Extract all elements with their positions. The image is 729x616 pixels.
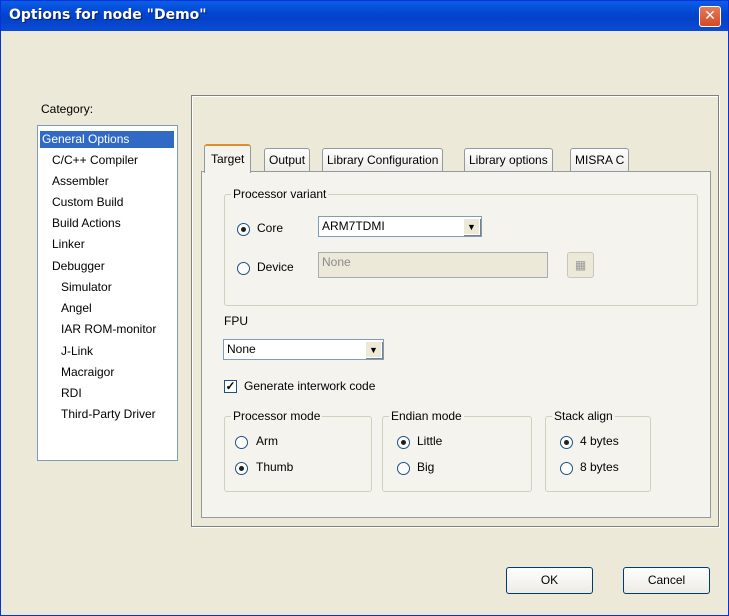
tab-library-options[interactable]: Library options bbox=[464, 148, 553, 172]
core-select[interactable]: ARM7TDMI ▼ bbox=[318, 216, 482, 237]
processor-mode-thumb-radio[interactable] bbox=[235, 462, 248, 475]
category-item-j-link[interactable]: J-Link bbox=[59, 343, 97, 360]
device-label: Device bbox=[257, 260, 294, 274]
processor-mode-arm-radio[interactable] bbox=[235, 436, 248, 449]
stack-align-title: Stack align bbox=[552, 409, 615, 423]
category-list[interactable]: General Options C/C++ Compiler Assembler… bbox=[37, 125, 178, 461]
endian-big-radio[interactable] bbox=[397, 462, 410, 475]
category-item-assembler[interactable]: Assembler bbox=[50, 173, 113, 190]
processor-mode-arm-label: Arm bbox=[256, 434, 278, 448]
stack-align-4-radio[interactable] bbox=[560, 436, 573, 449]
device-field: None bbox=[318, 252, 548, 278]
fpu-select[interactable]: None ▼ bbox=[223, 339, 384, 360]
core-select-value: ARM7TDMI bbox=[322, 219, 385, 233]
device-field-value: None bbox=[322, 255, 351, 269]
interwork-label: Generate interwork code bbox=[244, 379, 376, 393]
ok-button[interactable]: OK bbox=[506, 567, 593, 594]
close-icon: ✕ bbox=[704, 8, 716, 24]
fpu-select-value: None bbox=[227, 342, 256, 356]
stack-align-8-radio[interactable] bbox=[560, 462, 573, 475]
endian-big-label: Big bbox=[417, 460, 435, 474]
interwork-checkbox[interactable]: ✓ bbox=[224, 380, 237, 393]
category-item-third-party-driver[interactable]: Third-Party Driver bbox=[59, 406, 160, 423]
options-dialog: Options for node "Demo" ✕ Category: Gene… bbox=[0, 0, 729, 616]
category-item-iar-rom-monitor[interactable]: IAR ROM-monitor bbox=[59, 321, 160, 338]
processor-variant-title: Processor variant bbox=[231, 187, 329, 201]
chevron-down-icon[interactable]: ▼ bbox=[365, 341, 382, 358]
stack-align-8-label: 8 bytes bbox=[580, 460, 619, 474]
device-list-icon: ▦ bbox=[574, 258, 587, 272]
target-tab-page: Processor variant Core ARM7TDMI ▼ Device… bbox=[201, 171, 711, 518]
core-radio[interactable] bbox=[237, 223, 250, 236]
title-bar[interactable]: Options for node "Demo" ✕ bbox=[1, 1, 728, 31]
endian-mode-group: Endian mode bbox=[382, 409, 532, 492]
category-label: Category: bbox=[41, 102, 94, 116]
processor-variant-group: Processor variant bbox=[224, 187, 698, 306]
category-item-general-options[interactable]: General Options bbox=[40, 131, 174, 148]
category-item-rdi[interactable]: RDI bbox=[59, 385, 86, 402]
endian-little-radio[interactable] bbox=[397, 436, 410, 449]
stack-align-group: Stack align bbox=[545, 409, 651, 492]
category-item-c-cpp-compiler[interactable]: C/C++ Compiler bbox=[50, 152, 142, 169]
category-item-linker[interactable]: Linker bbox=[50, 236, 89, 253]
category-item-custom-build[interactable]: Custom Build bbox=[50, 194, 127, 211]
endian-little-label: Little bbox=[417, 434, 443, 448]
core-label: Core bbox=[257, 221, 284, 235]
cancel-button[interactable]: Cancel bbox=[623, 567, 710, 594]
category-item-angel[interactable]: Angel bbox=[59, 300, 96, 317]
close-button[interactable]: ✕ bbox=[699, 6, 721, 27]
device-radio[interactable] bbox=[237, 262, 250, 275]
category-item-macraigor[interactable]: Macraigor bbox=[59, 364, 118, 381]
stack-align-4-label: 4 bytes bbox=[580, 434, 619, 448]
tab-library-configuration[interactable]: Library Configuration bbox=[322, 148, 444, 172]
device-list-button: ▦ bbox=[567, 252, 594, 278]
processor-mode-group: Processor mode bbox=[224, 409, 372, 492]
chevron-down-icon[interactable]: ▼ bbox=[463, 218, 480, 235]
category-item-simulator[interactable]: Simulator bbox=[59, 279, 116, 296]
tab-target[interactable]: Target bbox=[204, 144, 252, 173]
window-title: Options for node "Demo" bbox=[9, 7, 207, 23]
tab-misra-c[interactable]: MISRA C bbox=[570, 148, 630, 172]
endian-mode-title: Endian mode bbox=[389, 409, 464, 423]
fpu-label: FPU bbox=[224, 314, 248, 328]
processor-mode-title: Processor mode bbox=[231, 409, 323, 423]
processor-mode-thumb-label: Thumb bbox=[256, 460, 294, 474]
category-item-debugger[interactable]: Debugger bbox=[50, 258, 109, 275]
tab-output[interactable]: Output bbox=[264, 148, 311, 172]
category-item-build-actions[interactable]: Build Actions bbox=[50, 215, 125, 232]
